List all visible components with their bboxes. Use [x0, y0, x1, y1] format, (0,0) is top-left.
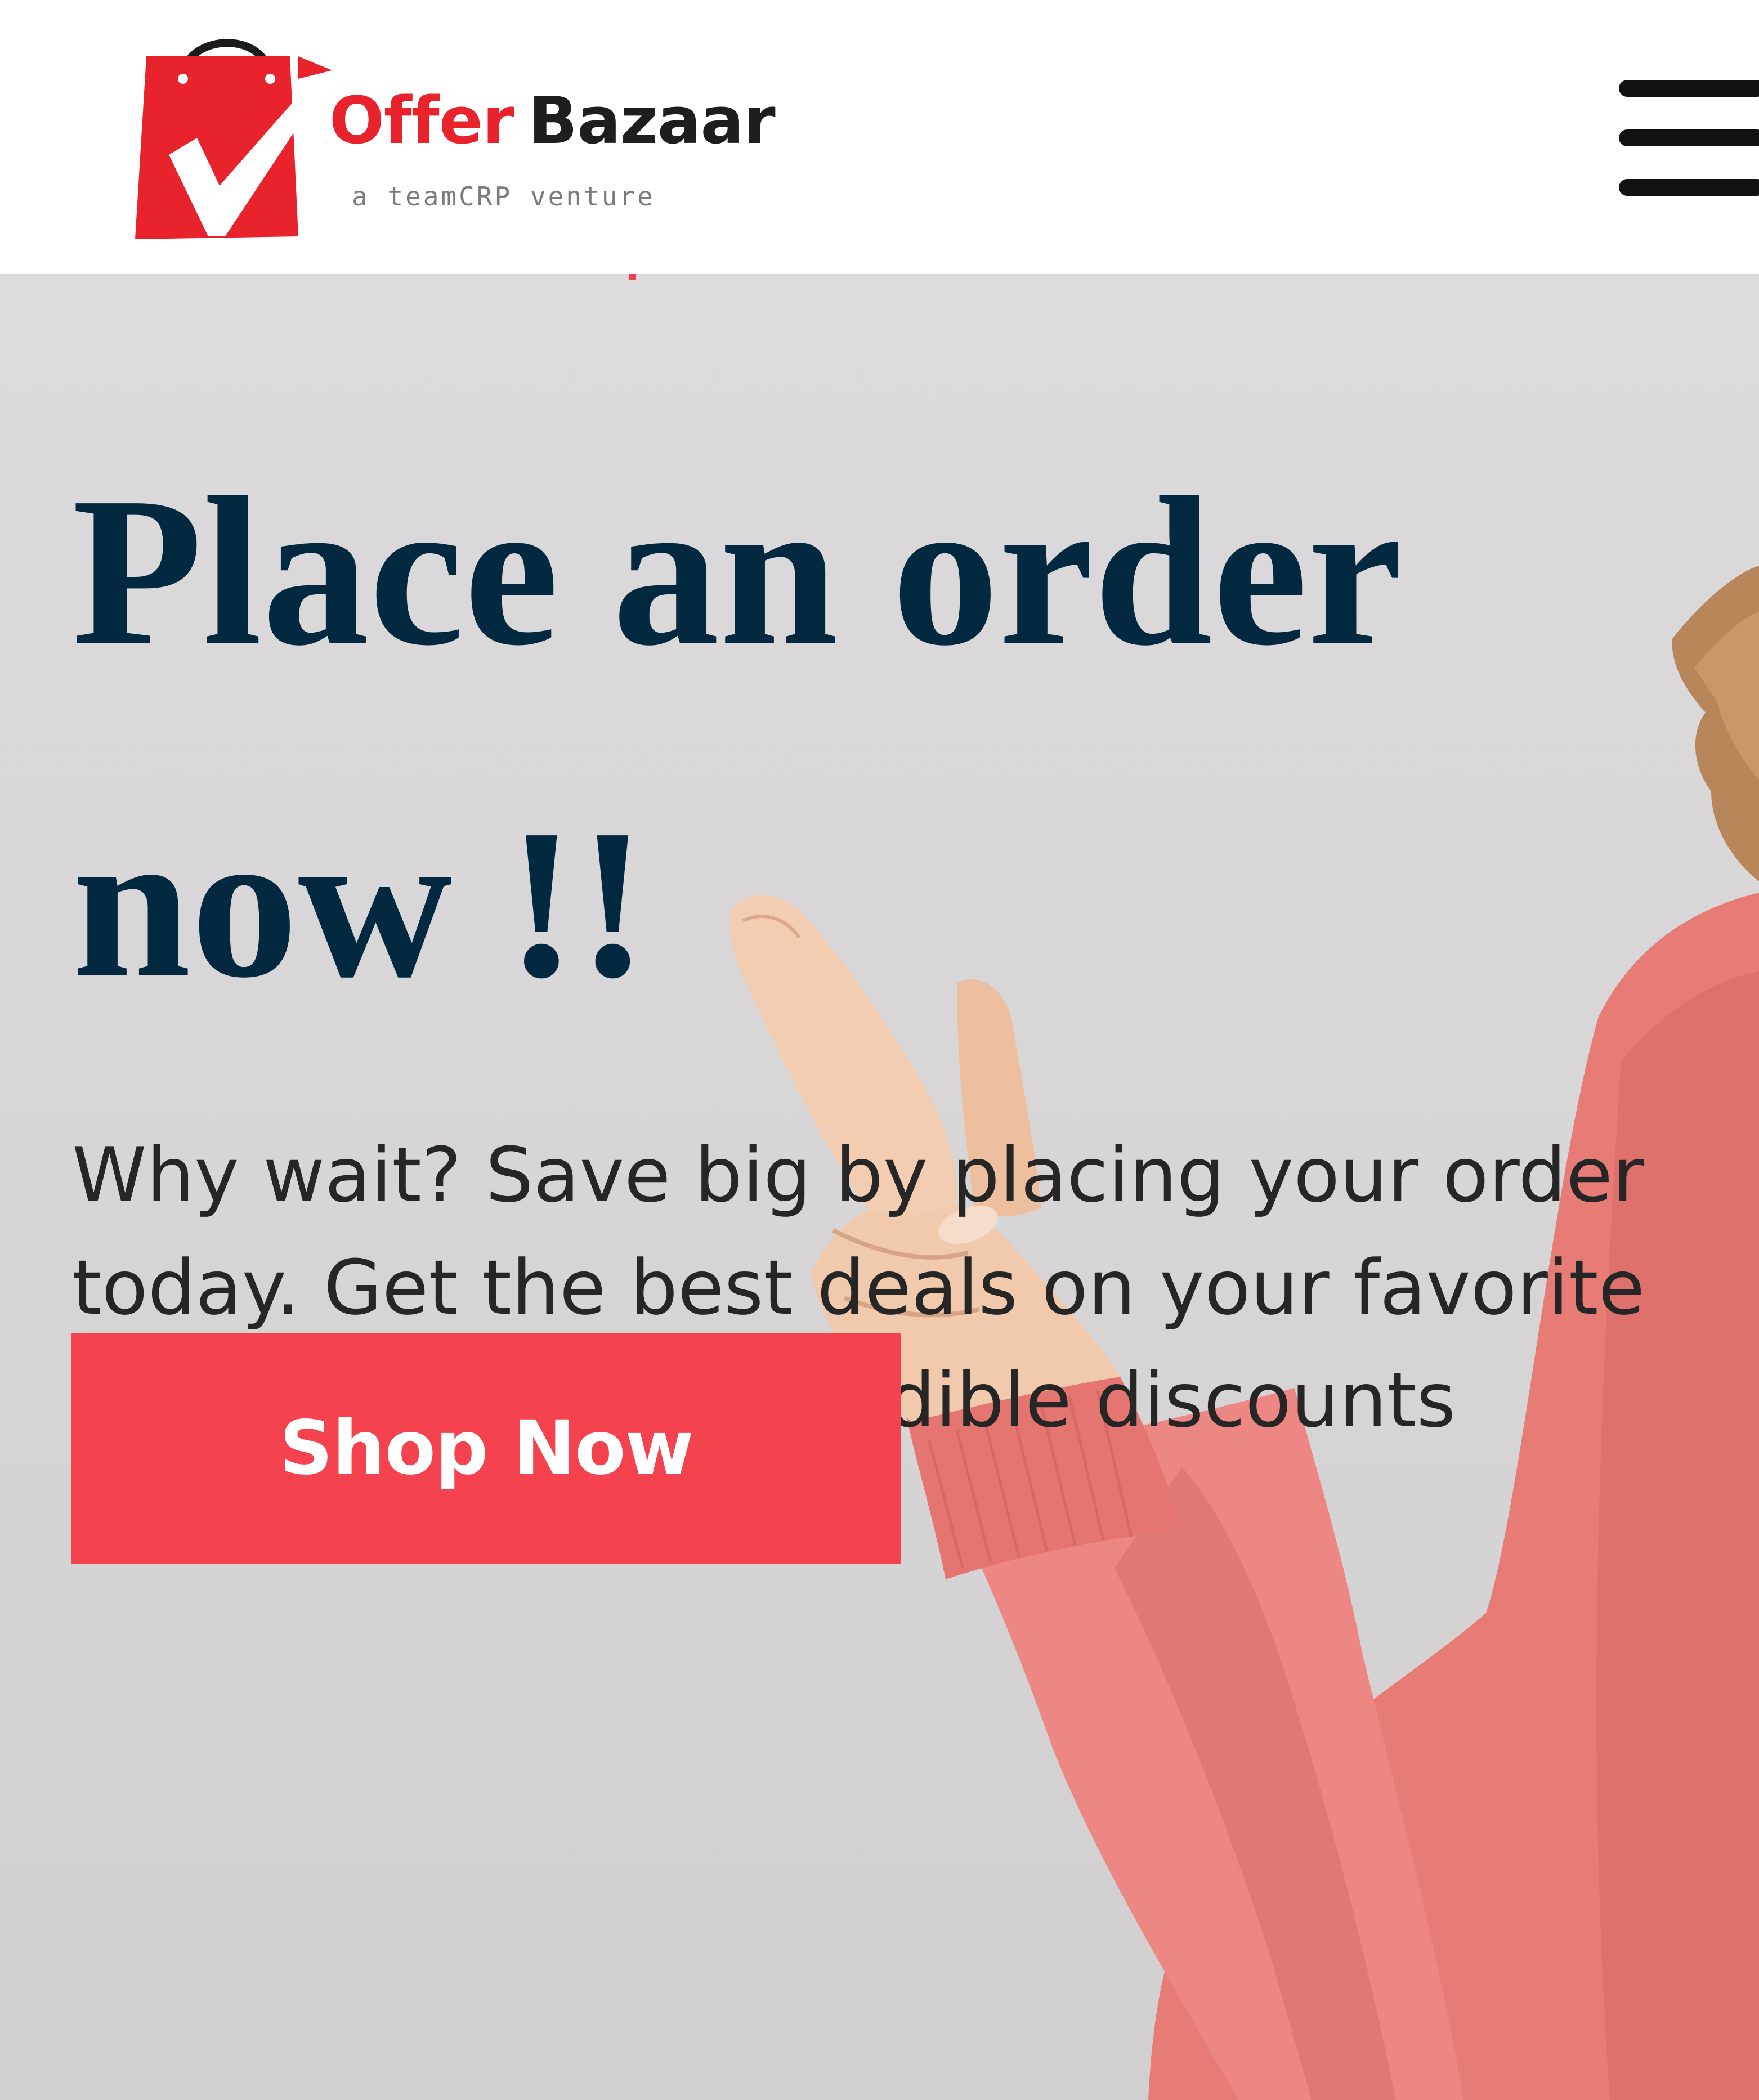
menu-bar-top	[1619, 80, 1759, 97]
brand-name-bazaar: Bazaar	[528, 83, 776, 159]
hero-description-line-1: Why wait? Save big by placing your order	[72, 1131, 1644, 1219]
brand-logo[interactable]: Offer Bazaar a teamCRP venture	[129, 23, 776, 248]
hero-headline-line-1: Place an order	[72, 453, 1403, 690]
menu-bar-middle	[1619, 129, 1759, 146]
hero-banner: Place an order now !! Why wait? Save big…	[0, 274, 1759, 2100]
brand-name-offer: Offer	[329, 83, 514, 159]
menu-bar-bottom	[1619, 179, 1759, 196]
menu-button[interactable]	[1619, 80, 1759, 196]
brand-wordmark: Offer Bazaar	[329, 89, 776, 154]
site-header: Offer Bazaar a teamCRP venture	[0, 0, 1759, 274]
brand-tagline: a teamCRP venture	[352, 181, 655, 212]
hero-description-line-2: today. Get the best deals on your favori…	[72, 1244, 1645, 1332]
hamburger-menu-icon	[1619, 80, 1759, 196]
hero-headline-line-2: now !!	[72, 785, 648, 1022]
hero-red-marker	[629, 274, 636, 280]
shop-now-button[interactable]: Shop Now	[71, 1333, 901, 1564]
hero-headline: Place an order now !!	[72, 406, 1536, 1070]
shopping-bag-check-icon	[135, 39, 332, 239]
